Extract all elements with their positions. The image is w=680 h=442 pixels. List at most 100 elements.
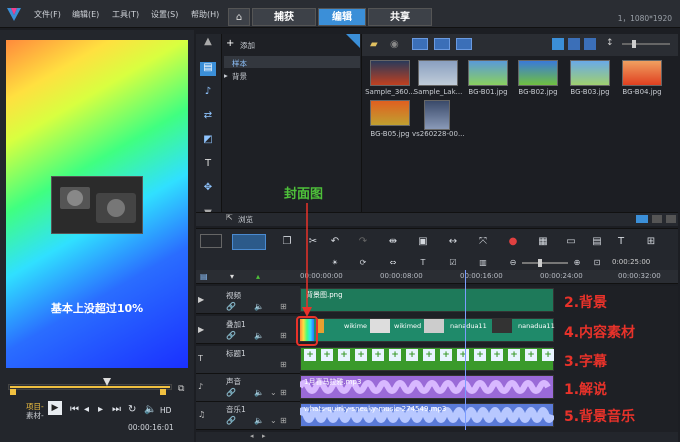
loop-icon[interactable]: ⟳: [356, 257, 370, 269]
trim-out-handle[interactable]: [160, 389, 166, 395]
browse-icon[interactable]: ⇱: [226, 213, 233, 222]
options-icon[interactable]: [636, 215, 648, 223]
audio-mix-icon[interactable]: ▥: [476, 257, 490, 269]
media-thumb[interactable]: [418, 60, 458, 86]
zoom-timecode[interactable]: 0:00:25:00: [612, 258, 650, 266]
grid-toggle-icon[interactable]: ⊞: [280, 388, 287, 397]
browse-label[interactable]: 浏览: [238, 214, 253, 225]
title-clip-box[interactable]: +: [338, 349, 350, 361]
filter-icon[interactable]: ◩: [200, 134, 216, 148]
add-marker-icon[interactable]: ▴: [256, 272, 272, 282]
snapshot-icon[interactable]: ⧉: [178, 384, 184, 394]
grid-toggle-icon[interactable]: ⊞: [280, 302, 287, 311]
media-library-icon[interactable]: ▤: [200, 62, 216, 76]
grid-icon[interactable]: ▤: [590, 236, 604, 248]
redo-icon[interactable]: ↷: [356, 236, 370, 248]
scroll-right-icon[interactable]: ▸: [262, 432, 266, 440]
title-clip-box[interactable]: +: [542, 349, 554, 361]
mute-icon[interactable]: 🔈: [254, 416, 264, 425]
list-view-icon[interactable]: [552, 38, 564, 50]
title-clip-box[interactable]: +: [304, 349, 316, 361]
media-thumb[interactable]: [622, 60, 662, 86]
repeat-icon[interactable]: ↻: [128, 404, 136, 415]
zoom-slider[interactable]: [522, 262, 568, 264]
check-icon[interactable]: ☑: [446, 257, 460, 269]
fit-timeline-icon[interactable]: ⊡: [590, 257, 604, 269]
grid-toggle-icon[interactable]: ⊞: [280, 360, 287, 369]
thumb-size-knob[interactable]: [632, 40, 636, 48]
add-icon[interactable]: +: [226, 38, 234, 49]
go-start-icon[interactable]: ⏮: [70, 404, 79, 415]
link-icon[interactable]: 🔗: [226, 416, 236, 425]
track-manager-icon[interactable]: ▤: [200, 272, 218, 282]
3d-title-icon[interactable]: T: [416, 257, 430, 269]
transition-icon[interactable]: ⇄: [200, 110, 216, 124]
chapter-icon[interactable]: ▾: [230, 272, 246, 282]
zoom-out-icon[interactable]: ⊖: [506, 257, 520, 269]
title-clip-box[interactable]: +: [389, 349, 401, 361]
scroll-left-icon[interactable]: ◂: [250, 432, 254, 440]
grid-toggle-icon[interactable]: ⊞: [280, 416, 287, 425]
title-clip-box[interactable]: +: [457, 349, 469, 361]
expand-icon[interactable]: ⌄: [270, 388, 277, 397]
record-icon[interactable]: ◉: [390, 39, 399, 50]
trim-in-handle[interactable]: [10, 389, 16, 395]
thumb-size-slider[interactable]: [622, 43, 670, 45]
timeline-playhead[interactable]: [465, 270, 466, 430]
graphics-icon[interactable]: ✥: [200, 182, 216, 196]
media-thumb[interactable]: [424, 100, 450, 130]
instant-project-icon[interactable]: ♪: [200, 86, 216, 100]
zoom-knob[interactable]: [538, 259, 542, 267]
title-clip-box[interactable]: +: [491, 349, 503, 361]
undo-icon[interactable]: ↶: [328, 236, 342, 248]
title-clip-box[interactable]: +: [406, 349, 418, 361]
media-thumb[interactable]: [370, 60, 410, 86]
mute-icon[interactable]: 🔈: [254, 388, 264, 397]
menu-settings[interactable]: 设置(S): [151, 9, 178, 20]
tab-share[interactable]: 共享: [368, 8, 432, 26]
title-clip-box[interactable]: +: [372, 349, 384, 361]
grid-view-icon[interactable]: [568, 38, 580, 50]
go-end-icon[interactable]: ⏭: [112, 404, 121, 415]
trim-icon[interactable]: ⇹: [386, 236, 400, 248]
filter-audio-icon[interactable]: [456, 38, 472, 50]
title-clip-box[interactable]: +: [440, 349, 452, 361]
media-thumb[interactable]: [370, 100, 410, 126]
mute-icon[interactable]: 🔈: [254, 331, 264, 340]
menu-edit[interactable]: 编辑(E): [72, 9, 99, 20]
text-icon[interactable]: T: [614, 236, 628, 248]
copy-icon[interactable]: ❐: [280, 236, 294, 248]
volume-icon[interactable]: 🔈: [144, 404, 156, 415]
folder-icon[interactable]: ▰: [370, 39, 378, 50]
title-clip-box[interactable]: +: [355, 349, 367, 361]
title-clip-box[interactable]: +: [508, 349, 520, 361]
title-clip-box[interactable]: +: [525, 349, 537, 361]
title-clip-box[interactable]: +: [321, 349, 333, 361]
filter-photo-icon[interactable]: [434, 38, 450, 50]
resize-icon[interactable]: [652, 215, 662, 223]
link-icon[interactable]: 🔗: [226, 388, 236, 397]
link-icon[interactable]: 🔗: [226, 302, 236, 311]
expand-icon[interactable]: ▸: [224, 71, 228, 80]
media-thumb[interactable]: [570, 60, 610, 86]
menu-help[interactable]: 帮助(H): [191, 9, 219, 20]
tab-capture[interactable]: 捕获: [252, 8, 316, 26]
expand-icon[interactable]: ⌄: [270, 416, 277, 425]
prev-frame-icon[interactable]: ◂: [84, 404, 89, 415]
menu-file[interactable]: 文件(F): [34, 9, 61, 20]
next-frame-icon[interactable]: ▸: [98, 404, 103, 415]
link-icon[interactable]: 🔗: [226, 331, 236, 340]
zoom-in-icon[interactable]: ⊕: [570, 257, 584, 269]
mask-icon[interactable]: ▦: [536, 236, 550, 248]
title-clip-box[interactable]: +: [423, 349, 435, 361]
stretch-icon[interactable]: ⇔: [386, 257, 400, 269]
home-icon[interactable]: ⌂: [228, 8, 250, 26]
collapse-up-icon[interactable]: ▲: [200, 36, 216, 50]
expand-panel-icon[interactable]: [666, 215, 676, 223]
tab-edit[interactable]: 编辑: [318, 8, 366, 26]
fit-icon[interactable]: ▣: [416, 236, 430, 248]
thumb-view-icon[interactable]: [584, 38, 596, 50]
storyboard-view-icon[interactable]: [200, 234, 222, 248]
timeline-scrollbar[interactable]: [196, 432, 678, 442]
hd-toggle[interactable]: HD: [160, 406, 171, 415]
